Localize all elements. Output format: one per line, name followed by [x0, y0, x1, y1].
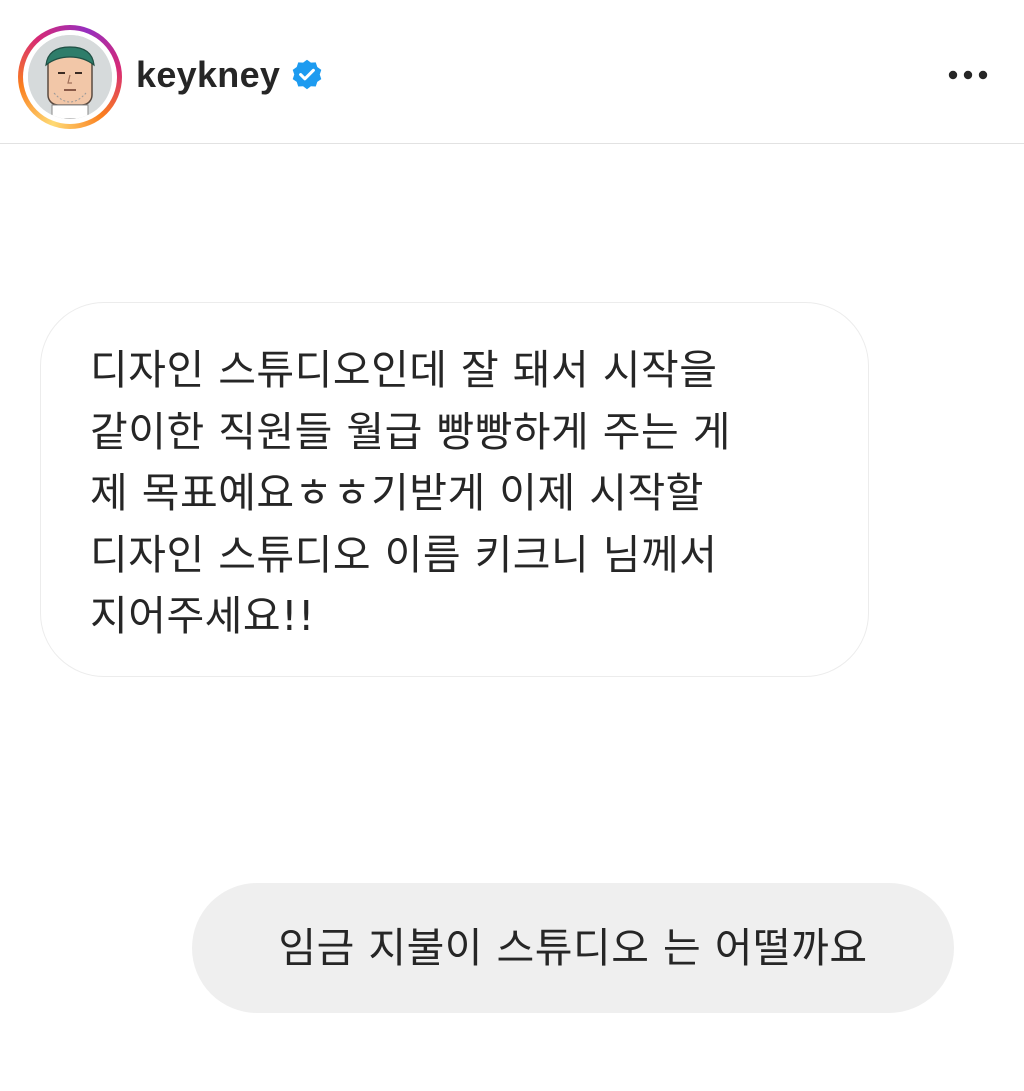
- cartoon-face-icon: [28, 35, 112, 119]
- sent-message-text: 임금 지불이 스튜디오 는 어떨까요: [278, 924, 868, 972]
- sent-message-bubble[interactable]: 임금 지불이 스튜디오 는 어떨까요: [192, 883, 954, 1013]
- dm-thread-screen: keykney 디자인 스튜디오인데 잘 돼서 시작을 같이한 직원들 월급 빵…: [0, 0, 1024, 1091]
- story-ring[interactable]: [18, 25, 122, 129]
- chat-header: keykney: [0, 0, 1024, 144]
- avatar-gap: [23, 30, 117, 124]
- username[interactable]: keykney: [136, 50, 280, 100]
- more-options-icon[interactable]: [936, 58, 996, 92]
- received-message-text: 디자인 스튜디오인데 잘 돼서 시작을 같이한 직원들 월급 빵빵하게 주는 게…: [90, 346, 731, 640]
- verified-badge-icon: [292, 59, 322, 90]
- avatar[interactable]: [28, 35, 112, 119]
